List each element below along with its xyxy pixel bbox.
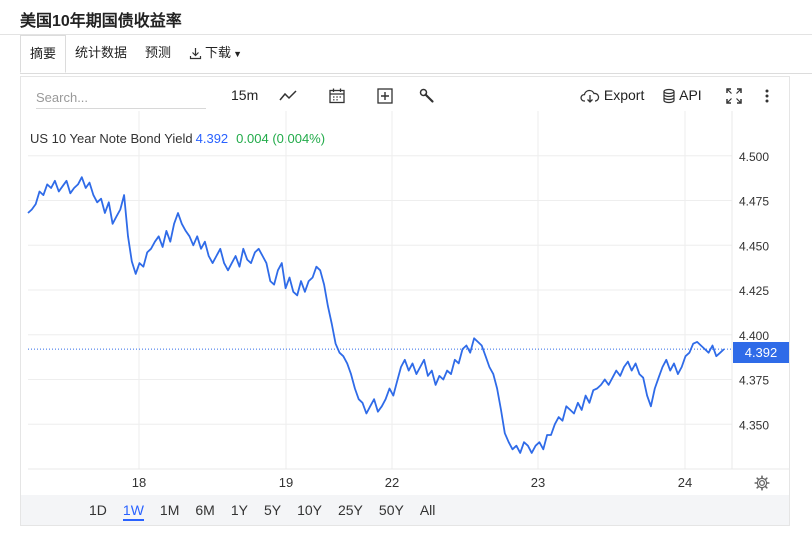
gear-icon[interactable] [754, 475, 770, 491]
legend-change: 0.004 (0.004%) [236, 131, 326, 146]
cloud-download-icon [580, 90, 600, 104]
search-input[interactable] [36, 86, 206, 109]
last-price-tag: 4.392 [733, 342, 789, 363]
page-title: 美国10年期国债收益率 [20, 13, 182, 30]
calendar-icon[interactable] [328, 84, 346, 106]
api-label: API [679, 87, 702, 103]
tab-summary[interactable]: 摘要 [20, 35, 67, 73]
download-icon [189, 48, 202, 60]
legend-value: 4.392 [195, 131, 229, 146]
tab-summary-label: 摘要 [30, 46, 57, 61]
tab-download-label: 下载 [205, 45, 232, 60]
api-button[interactable]: API [662, 84, 702, 106]
tab-statistics[interactable]: 统计数据 [66, 35, 136, 73]
range-button-1m[interactable]: 1M [152, 497, 187, 523]
range-button-6m[interactable]: 6M [187, 497, 222, 523]
range-button-all[interactable]: All [412, 497, 444, 523]
chevron-down-icon: ▼ [233, 49, 242, 59]
line-chart-icon[interactable] [278, 84, 298, 106]
tab-forecast[interactable]: 预测 [136, 35, 180, 73]
range-button-25y[interactable]: 25Y [330, 497, 371, 523]
tab-statistics-label: 统计数据 [75, 45, 128, 60]
tab-bar: 摘要 统计数据 预测 下载 ▼ [20, 35, 251, 73]
export-label: Export [603, 87, 645, 103]
database-icon [663, 89, 675, 104]
range-button-10y[interactable]: 10Y [289, 497, 330, 523]
range-button-50y[interactable]: 50Y [371, 497, 412, 523]
wrench-icon[interactable] [418, 84, 436, 106]
export-button[interactable]: Export [580, 84, 644, 106]
range-button-5y[interactable]: 5Y [256, 497, 289, 523]
tab-download[interactable]: 下载 ▼ [180, 35, 251, 73]
chart-legend: US 10 Year Note Bond Yield 4.392 0.004 (0.… [30, 131, 325, 146]
legend-series-name: US 10 Year Note Bond Yield [30, 131, 193, 146]
more-options-icon[interactable] [760, 84, 774, 106]
range-button-1d[interactable]: 1D [81, 497, 115, 523]
add-comparison-icon[interactable] [376, 84, 394, 106]
range-button-1y[interactable]: 1Y [223, 497, 256, 523]
fullscreen-icon[interactable] [725, 84, 743, 106]
tab-forecast-label: 预测 [145, 45, 172, 60]
range-button-1w[interactable]: 1W [115, 497, 152, 523]
range-selector: 1D 1W 1M 6M 1Y 5Y 10Y 25Y 50Y All [21, 495, 789, 525]
interval-selector[interactable]: 15m [231, 84, 258, 106]
app-root: 美国10年期国债收益率 摘要 统计数据 预测 下载▼ 15m Export AP… [0, 0, 812, 535]
tabs-divider [20, 73, 812, 74]
